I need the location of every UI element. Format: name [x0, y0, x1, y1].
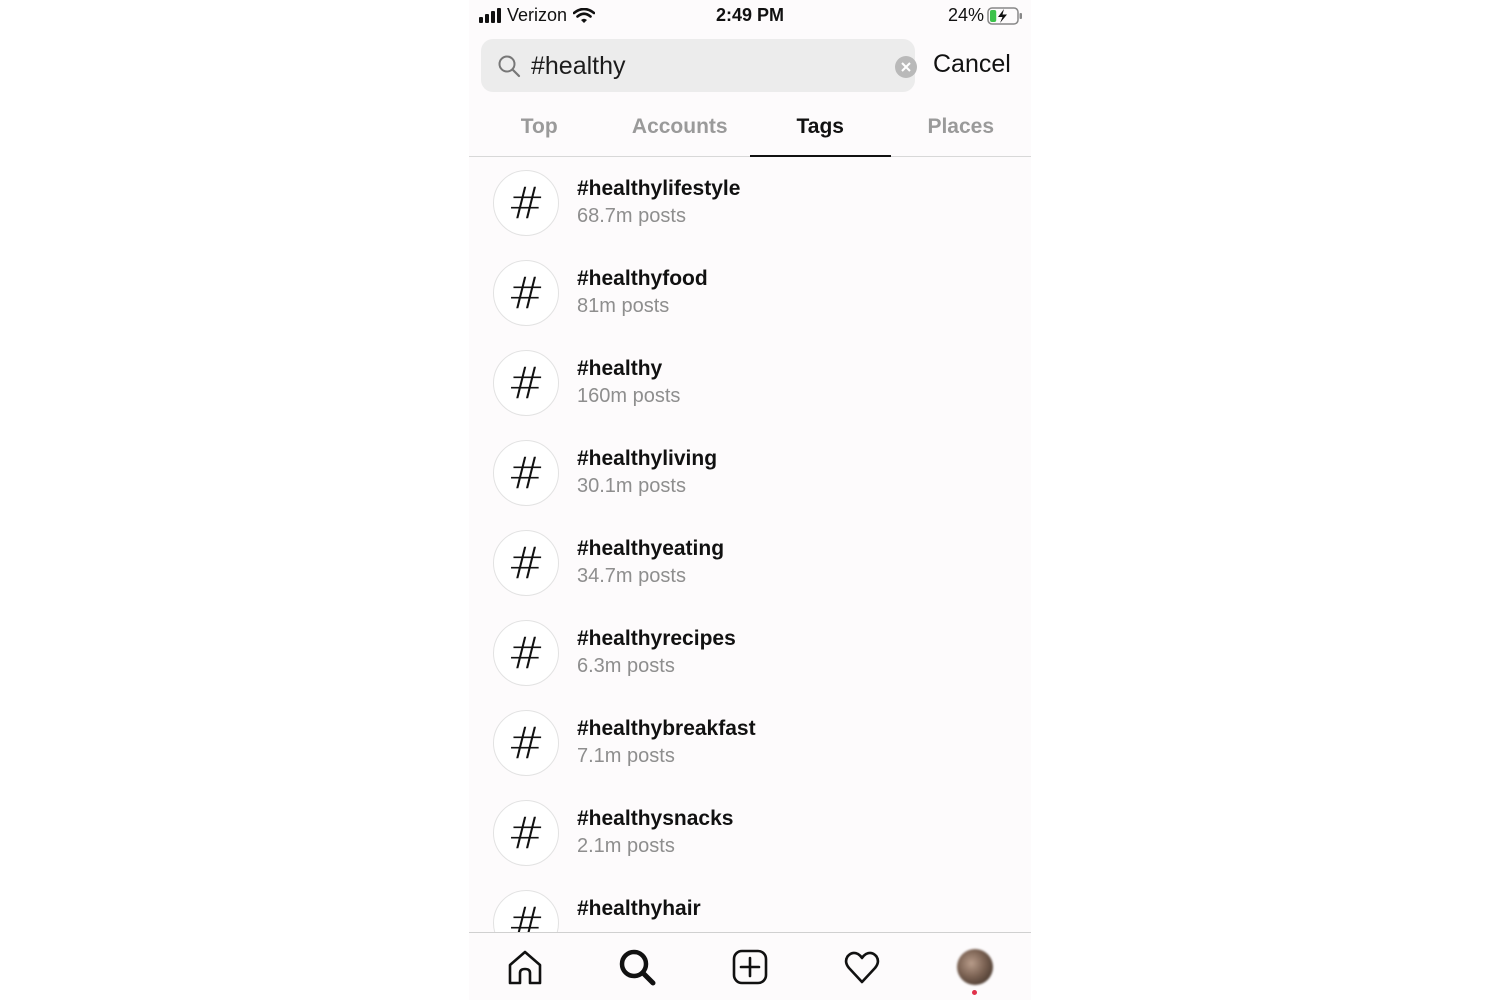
hashtag-icon: #	[493, 260, 559, 326]
hashtag-icon: #	[493, 620, 559, 686]
search-bar[interactable]	[481, 39, 917, 92]
list-item[interactable]: # #healthysnacks 2.1m posts	[469, 787, 1031, 877]
list-item[interactable]: # #healthyliving 30.1m posts	[469, 427, 1031, 517]
hashtag-icon: #	[493, 440, 559, 506]
post-count: 30.1m posts	[577, 475, 686, 497]
list-item[interactable]: # #healthyrecipes 6.3m posts	[469, 607, 1031, 697]
tag-name: #healthyrecipes	[577, 627, 736, 650]
tag-name: #healthyhair	[577, 897, 701, 920]
clear-search-button[interactable]	[895, 56, 917, 78]
battery-charging-icon	[987, 6, 1022, 25]
post-count: 160m posts	[577, 385, 681, 407]
bottom-tab-bar	[469, 932, 1031, 1000]
cancel-button[interactable]: Cancel	[933, 50, 1011, 79]
hashtag-icon: #	[493, 710, 559, 776]
close-icon	[901, 62, 911, 72]
hashtag-icon: #	[493, 890, 559, 932]
activity-heart-icon	[844, 951, 880, 984]
hashtag-icon: #	[493, 350, 559, 416]
list-item[interactable]: # #healthyfood 81m posts	[469, 247, 1031, 337]
post-count: 7.1m posts	[577, 745, 675, 767]
post-count: 68.7m posts	[577, 205, 686, 227]
list-item[interactable]: # #healthyhair	[469, 877, 1031, 932]
tag-name: #healthylifestyle	[577, 177, 741, 200]
phone-screen: Verizon 2:49 PM 24% #healthy Cancel Top …	[469, 0, 1031, 1000]
list-item[interactable]: # #healthylifestyle 68.7m posts	[469, 157, 1031, 247]
post-count: 2.1m posts	[577, 835, 675, 857]
list-item[interactable]: # #healthybreakfast 7.1m posts	[469, 697, 1031, 787]
tag-name: #healthy	[577, 357, 663, 380]
status-bar: Verizon 2:49 PM 24%	[469, 0, 1031, 32]
home-icon	[508, 950, 542, 985]
tag-name: #healthysnacks	[577, 807, 734, 830]
clock: 2:49 PM	[715, 5, 785, 25]
nav-activity[interactable]	[840, 945, 884, 989]
tab-places[interactable]: Places	[891, 100, 1032, 156]
search-row: Cancel	[469, 38, 1031, 94]
search-icon	[619, 949, 656, 986]
post-count: 34.7m posts	[577, 565, 686, 587]
nav-new-post[interactable]	[728, 945, 772, 989]
hashtag-icon: #	[493, 800, 559, 866]
tag-name: #healthyliving	[577, 447, 718, 470]
nav-home[interactable]	[503, 945, 547, 989]
profile-avatar	[957, 949, 993, 985]
notification-dot	[972, 990, 977, 995]
search-tabs: Top Accounts Tags Places	[469, 100, 1031, 157]
tag-name: #healthyeating	[577, 537, 725, 560]
tag-name: #healthyfood	[577, 267, 708, 290]
post-count: 6.3m posts	[577, 655, 675, 677]
new-post-icon	[732, 949, 768, 985]
post-count: 81m posts	[577, 295, 670, 317]
search-input[interactable]	[531, 48, 871, 84]
tag-name: #healthybreakfast	[577, 717, 756, 740]
search-icon	[498, 55, 521, 78]
status-right: 24%	[948, 5, 1023, 26]
list-item[interactable]: # #healthy 160m posts	[469, 337, 1031, 427]
tab-accounts[interactable]: Accounts	[610, 100, 751, 156]
tab-top[interactable]: Top	[469, 100, 610, 156]
tag-results-list: # #healthylifestyle 68.7m posts # #healt…	[469, 157, 1031, 932]
battery-percent: 24%	[947, 5, 984, 25]
list-item[interactable]: # #healthyeating 34.7m posts	[469, 517, 1031, 607]
nav-search[interactable]	[615, 945, 659, 989]
hashtag-icon: #	[493, 170, 559, 236]
hashtag-icon: #	[493, 530, 559, 596]
tab-tags[interactable]: Tags	[750, 100, 891, 157]
nav-profile[interactable]	[953, 945, 997, 989]
